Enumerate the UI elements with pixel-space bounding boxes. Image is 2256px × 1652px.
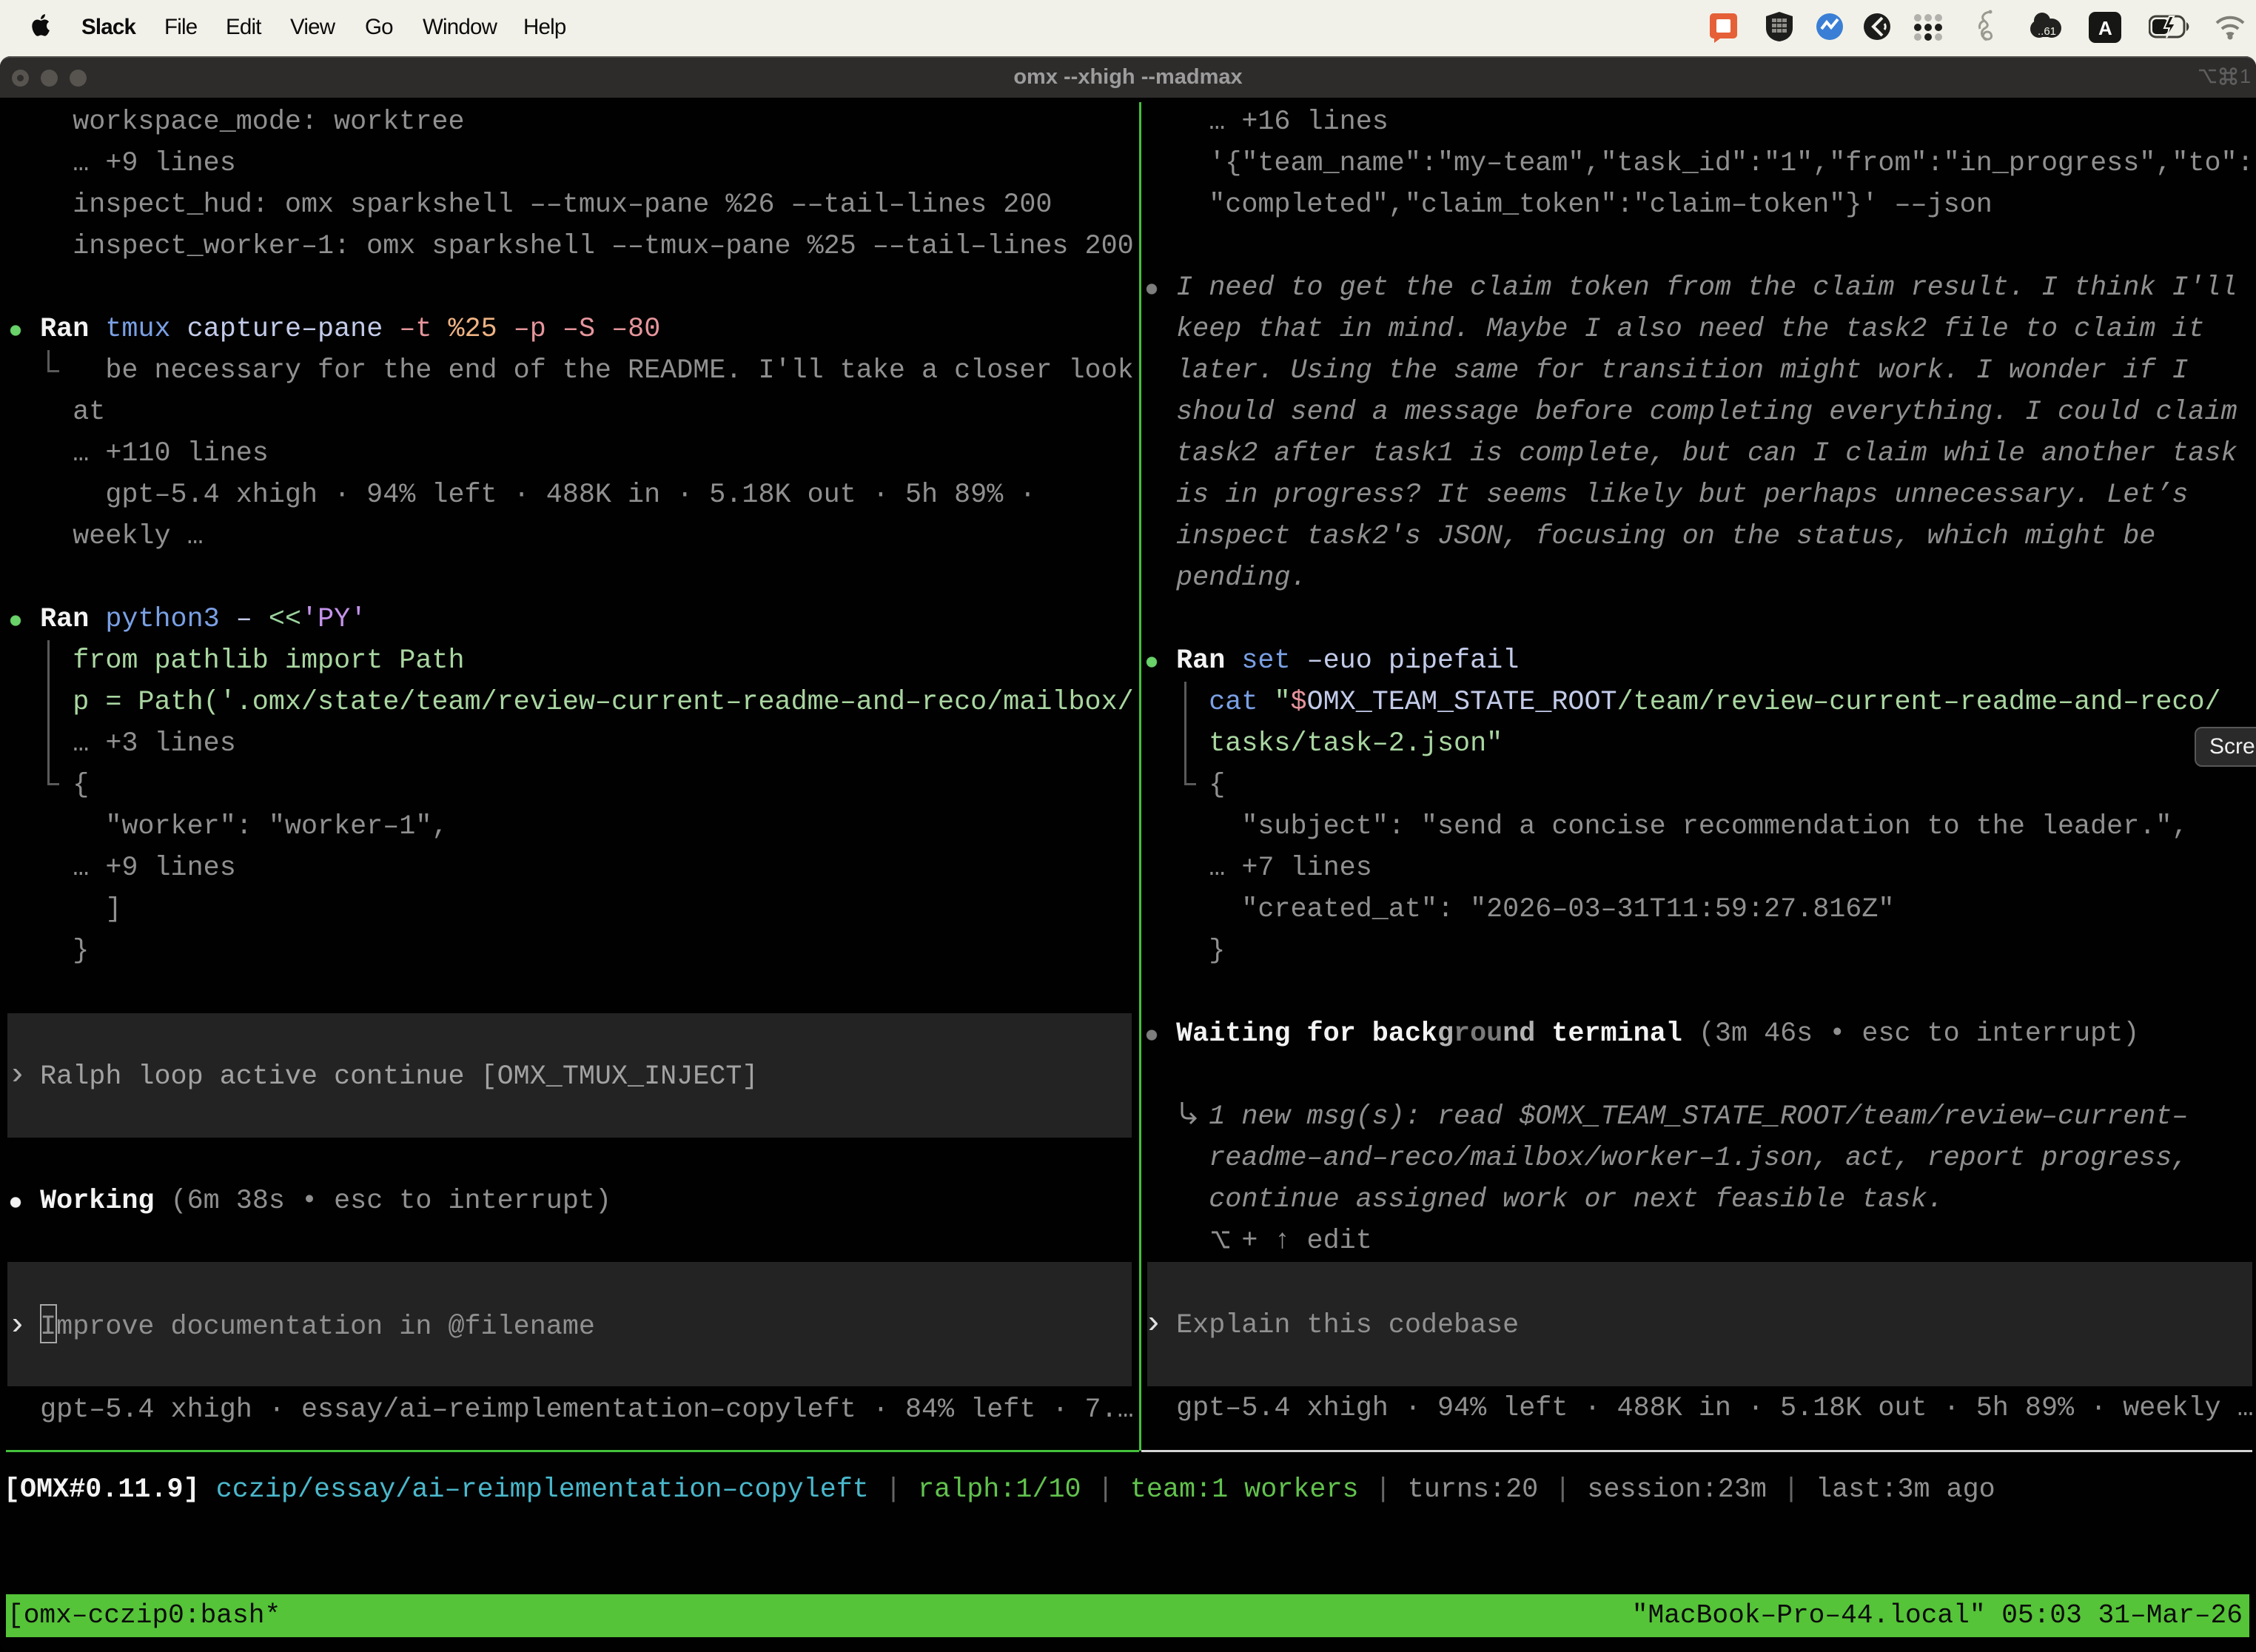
svg-text:..61: ..61 [2038,25,2056,38]
svg-text:1: 1 [2240,67,2251,86]
svg-text:A: A [2098,17,2112,39]
